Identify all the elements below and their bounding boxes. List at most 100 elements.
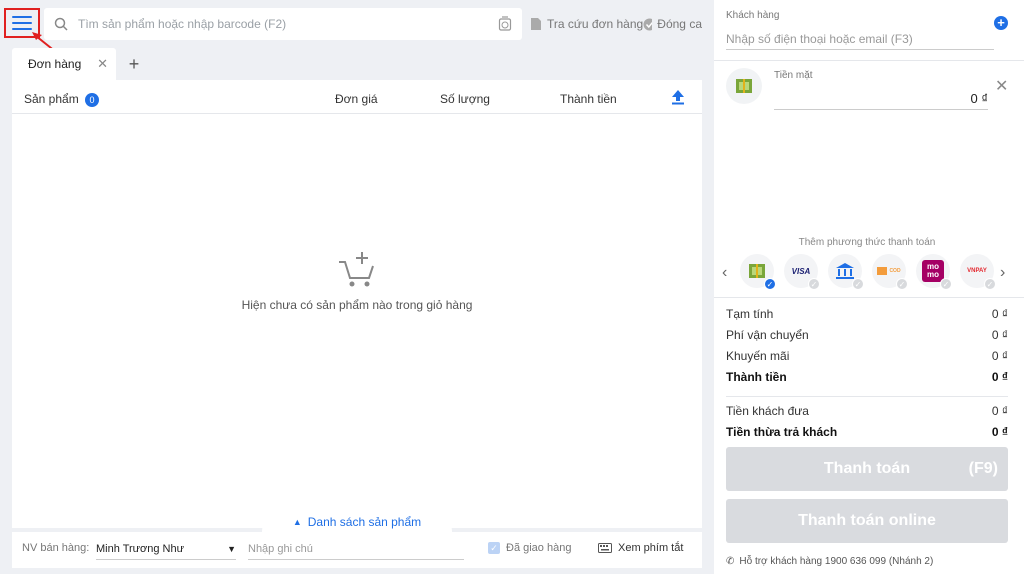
- menu-icon-line: [12, 28, 32, 30]
- total-row: Thành tiền 0 ₫: [726, 370, 1008, 384]
- order-lookup-button[interactable]: Tra cứu đơn hàng: [530, 8, 643, 40]
- close-shift-label: Đóng ca: [657, 17, 702, 31]
- payment-method-vnpay[interactable]: VNPAY ✓: [960, 254, 996, 290]
- payment-methods-title: Thêm phương thức thanh toán: [798, 237, 936, 248]
- payment-method-bank[interactable]: ✓: [828, 254, 864, 290]
- cash-amount-input[interactable]: 0 ₫: [774, 88, 988, 110]
- note-input[interactable]: Nhập ghi chú: [248, 538, 464, 560]
- selected-check-icon: ✓: [764, 278, 776, 290]
- discount-value: 0 ₫: [991, 349, 1008, 363]
- upload-icon[interactable]: [671, 89, 685, 105]
- bottom-bar: NV bán hàng: Minh Trương Như ▼ Nhập ghi …: [12, 532, 702, 568]
- scale-icon[interactable]: [498, 16, 512, 32]
- unselected-check-icon: ✓: [808, 278, 820, 290]
- tab-order[interactable]: Đơn hàng ✕: [12, 48, 116, 80]
- support-text: Hỗ trợ khách hàng 1900 636 099 (Nhánh 2): [739, 556, 934, 567]
- divider: [726, 396, 1008, 397]
- change-value: 0 ₫: [991, 425, 1008, 439]
- money-icon: [749, 264, 765, 278]
- cart-panel: Sản phẩm 0 Đơn giá Số lượng Thành tiền H…: [12, 80, 702, 528]
- subtotal-row: Tạm tính 0 ₫: [726, 307, 1008, 321]
- unselected-check-icon: ✓: [896, 278, 908, 290]
- visa-logo: VISA: [791, 266, 811, 276]
- bank-icon: [836, 263, 854, 279]
- add-tab-button[interactable]: +: [124, 52, 144, 76]
- shipping-value: 0 ₫: [991, 328, 1008, 342]
- divider: [714, 60, 1024, 61]
- pay-online-label: Thanh toán online: [798, 512, 936, 529]
- pay-button[interactable]: Thanh toán (F9): [726, 447, 1008, 491]
- empty-cart-icon: [339, 252, 374, 287]
- cash-label: Tiền mặt: [774, 70, 813, 81]
- customer-input[interactable]: Nhập số điện thoại hoặc email (F3): [726, 28, 994, 50]
- search-input[interactable]: Tìm sản phẩm hoặc nhập barcode (F2): [78, 17, 498, 31]
- cash-method-icon: [726, 68, 762, 104]
- paid-row: Tiền khách đưa 0 ₫: [726, 404, 1008, 418]
- unselected-check-icon: ✓: [984, 278, 996, 290]
- product-count-badge: 0: [85, 93, 100, 107]
- column-total: Thành tiền: [560, 92, 617, 106]
- chevron-left-icon[interactable]: ‹: [722, 264, 727, 282]
- customer-label: Khách hàng: [726, 10, 780, 21]
- total-value: 0 ₫: [991, 370, 1008, 384]
- pay-online-button[interactable]: Thanh toán online: [726, 499, 1008, 543]
- tab-label: Đơn hàng: [28, 57, 82, 71]
- unselected-check-icon: ✓: [940, 278, 952, 290]
- chevron-down-icon: ▼: [227, 543, 236, 554]
- pay-shortcut: (F9): [968, 460, 998, 477]
- staff-label: NV bán hàng:: [22, 542, 90, 554]
- payment-method-cash[interactable]: ✓: [740, 254, 776, 290]
- customer-placeholder: Nhập số điện thoại hoặc email (F3): [726, 31, 913, 46]
- search-bar[interactable]: Tìm sản phẩm hoặc nhập barcode (F2): [44, 8, 522, 40]
- divider: [714, 297, 1024, 298]
- keyboard-icon: [598, 543, 612, 554]
- close-tab-icon[interactable]: ✕: [97, 56, 108, 72]
- close-shift-button[interactable]: Đóng ca: [643, 8, 702, 40]
- remove-payment-icon[interactable]: ✕: [995, 76, 1008, 96]
- product-list-label: Danh sách sản phẩm: [307, 515, 422, 529]
- phone-icon: ✆: [726, 556, 735, 567]
- cod-logo-text: COD: [889, 268, 901, 274]
- paid-value: 0 ₫: [991, 404, 1008, 418]
- money-icon: [736, 79, 752, 93]
- unselected-check-icon: ✓: [852, 278, 864, 290]
- support-info: ✆ Hỗ trợ khách hàng 1900 636 099 (Nhánh …: [726, 556, 933, 567]
- order-lookup-label: Tra cứu đơn hàng: [547, 17, 644, 31]
- cart-header: Sản phẩm 0 Đơn giá Số lượng Thành tiền: [12, 80, 702, 114]
- column-product: Sản phẩm 0: [24, 92, 100, 107]
- payment-method-visa[interactable]: VISA ✓: [784, 254, 820, 290]
- column-quantity: Số lượng: [440, 92, 490, 106]
- pay-label: Thanh toán: [823, 460, 911, 477]
- staff-value: Minh Trương Như: [96, 542, 184, 555]
- document-icon: [531, 18, 541, 30]
- paid-label: Tiền khách đưa: [726, 404, 809, 418]
- delivered-checkbox[interactable]: ✓ Đã giao hàng: [488, 542, 572, 555]
- shortcuts-button[interactable]: Xem phím tắt: [598, 542, 683, 554]
- subtotal-label: Tạm tính: [726, 307, 774, 321]
- column-product-label: Sản phẩm: [24, 92, 79, 106]
- subtotal-value: 0 ₫: [991, 307, 1008, 321]
- staff-select[interactable]: Minh Trương Như ▼: [96, 538, 236, 560]
- chevron-right-icon[interactable]: ›: [1000, 264, 1005, 282]
- payment-method-momo[interactable]: mo mo ✓: [916, 254, 952, 290]
- shortcuts-label: Xem phím tắt: [618, 542, 684, 554]
- menu-icon-line: [12, 22, 32, 24]
- cod-logo: COD: [877, 267, 901, 275]
- payment-method-cod[interactable]: COD ✓: [872, 254, 908, 290]
- change-label: Tiền thừa trả khách: [726, 425, 838, 439]
- shipping-row: Phí vận chuyển 0 ₫: [726, 328, 1008, 342]
- momo-logo: mo mo: [922, 260, 944, 282]
- delivered-label: Đã giao hàng: [506, 542, 572, 554]
- caret-up-icon: ▲: [292, 517, 302, 527]
- add-customer-icon[interactable]: +: [994, 16, 1008, 30]
- search-icon: [54, 17, 68, 31]
- vnpay-logo: VNPAY: [967, 268, 987, 274]
- column-unit-price: Đơn giá: [335, 92, 378, 106]
- note-placeholder: Nhập ghi chú: [248, 542, 313, 555]
- empty-cart-message: Hiện chưa có sản phẩm nào trong giỏ hàng: [241, 298, 473, 312]
- discount-label: Khuyến mãi: [726, 349, 790, 363]
- shipping-label: Phí vận chuyển: [726, 328, 809, 342]
- discount-row: Khuyến mãi 0 ₫: [726, 349, 1008, 363]
- checkbox-icon: ✓: [488, 542, 500, 555]
- check-circle-icon: [643, 18, 653, 30]
